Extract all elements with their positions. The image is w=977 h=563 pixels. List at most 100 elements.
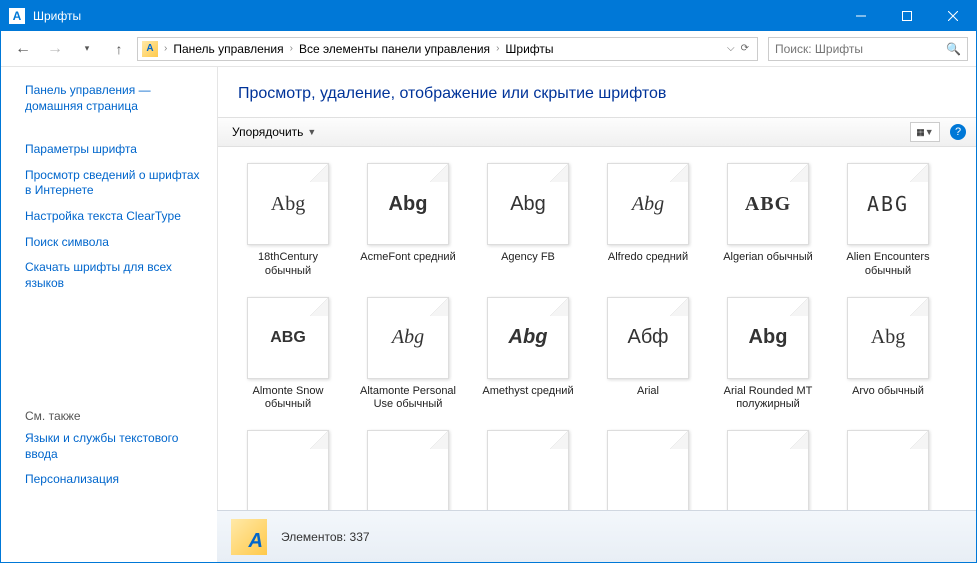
chevron-right-icon[interactable]: › xyxy=(164,43,167,54)
font-sample: Abg xyxy=(632,193,664,216)
font-thumbnail: ABG xyxy=(727,163,809,245)
window-title: Шрифты xyxy=(33,9,838,23)
font-item[interactable]: Абф Arial xyxy=(592,295,704,415)
sidebar-link[interactable]: Просмотр сведений о шрифтах в Интернете xyxy=(25,168,205,199)
font-item[interactable] xyxy=(712,428,824,510)
font-label: Almonte Snow обычный xyxy=(238,385,338,413)
font-item[interactable]: AbgAmethyst средний xyxy=(472,295,584,415)
organize-label: Упорядочить xyxy=(232,125,303,139)
font-sample: Abg xyxy=(510,193,546,216)
font-thumbnail: Abg xyxy=(487,297,569,379)
font-item[interactable]: Abg Agency FB xyxy=(472,161,584,281)
breadcrumb-segment[interactable]: Все элементы панели управления xyxy=(295,42,494,56)
font-label: Arial xyxy=(637,385,659,399)
close-icon xyxy=(948,11,958,21)
font-item[interactable] xyxy=(232,428,344,510)
breadcrumb-segment[interactable]: Шрифты xyxy=(501,42,557,56)
organize-button[interactable]: Упорядочить ▼ xyxy=(228,123,320,141)
font-thumbnail xyxy=(367,430,449,510)
font-item[interactable]: ABG Alien Encounters обычный xyxy=(832,161,944,281)
sidebar-link[interactable]: Скачать шрифты для всех языков xyxy=(25,260,205,291)
main: Просмотр, удаление, отображение или скры… xyxy=(217,67,976,510)
font-item[interactable]: Abg Arial Rounded MT полужирный xyxy=(712,295,824,415)
help-button[interactable]: ? xyxy=(950,124,966,140)
back-button[interactable]: ← xyxy=(9,35,37,63)
page-title: Просмотр, удаление, отображение или скры… xyxy=(238,85,956,103)
maximize-button[interactable] xyxy=(884,1,930,31)
navbar: ← → ▾ ↑ A › Панель управления › Все элем… xyxy=(1,31,976,67)
app-icon: A xyxy=(9,8,25,24)
search-input[interactable] xyxy=(775,42,946,56)
up-button[interactable]: ↑ xyxy=(105,35,133,63)
breadcrumb-dropdown[interactable]: ⌵ xyxy=(727,43,735,54)
font-item[interactable]: AbgAcmeFont средний xyxy=(352,161,464,281)
font-sample: Абф xyxy=(627,326,668,349)
font-grid-scroll[interactable]: Abg 18thCentury обычный AbgAcmeFont средни… xyxy=(218,147,976,510)
font-item[interactable] xyxy=(472,428,584,510)
font-thumbnail: Абф xyxy=(607,297,689,379)
body: Панель управления — домашняя страница Па… xyxy=(1,67,976,510)
sidebar-home-link[interactable]: Панель управления — домашняя страница xyxy=(25,83,205,114)
font-item[interactable]: ABGAlgerian обычный xyxy=(712,161,824,281)
font-thumbnail: Abg xyxy=(487,163,569,245)
close-button[interactable] xyxy=(930,1,976,31)
font-sample: Abg xyxy=(392,326,424,349)
font-label: Alien Encounters обычный xyxy=(838,251,938,279)
view-options-button[interactable]: ▦ ▼ xyxy=(910,122,940,142)
font-thumbnail: Abg xyxy=(367,297,449,379)
breadcrumb-icon: A xyxy=(142,41,158,57)
chevron-right-icon[interactable]: › xyxy=(496,43,499,54)
toolbar: Упорядочить ▼ ▦ ▼ ? xyxy=(218,117,976,147)
font-thumbnail: ABG xyxy=(247,297,329,379)
font-sample: ABG xyxy=(745,193,791,216)
sidebar-see-also-link[interactable]: Языки и службы текстового ввода xyxy=(25,431,205,462)
font-item[interactable]: Abg Altamonte Personal Use обычный xyxy=(352,295,464,415)
window-controls xyxy=(838,1,976,31)
font-sample: Abg xyxy=(871,326,905,349)
font-thumbnail: Abg xyxy=(367,163,449,245)
sidebar-link[interactable]: Поиск символа xyxy=(25,235,205,251)
font-sample: ABG xyxy=(270,329,306,347)
chevron-down-icon: ▼ xyxy=(307,127,316,137)
font-thumbnail xyxy=(847,430,929,510)
font-thumbnail xyxy=(607,430,689,510)
font-label: Agency FB xyxy=(501,251,555,265)
font-item[interactable]: Abg Arvo обычный xyxy=(832,295,944,415)
status-folder-icon: A xyxy=(231,519,267,555)
font-label: Arial Rounded MT полужирный xyxy=(718,385,818,413)
refresh-button[interactable]: ⟳ xyxy=(741,43,749,54)
font-label: Altamonte Personal Use обычный xyxy=(358,385,458,413)
status-count: Элементов: 337 xyxy=(281,530,370,544)
font-item[interactable] xyxy=(592,428,704,510)
font-sample: Abg xyxy=(389,193,428,216)
font-item[interactable]: ABG Almonte Snow обычный xyxy=(232,295,344,415)
chevron-right-icon[interactable]: › xyxy=(290,43,293,54)
font-thumbnail: Abg xyxy=(727,297,809,379)
minimize-button[interactable] xyxy=(838,1,884,31)
font-label: 18thCentury обычный xyxy=(238,251,338,279)
sidebar-see-also-link[interactable]: Персонализация xyxy=(25,472,205,488)
forward-button[interactable]: → xyxy=(41,35,69,63)
font-label: Alfredo средний xyxy=(608,251,688,265)
font-sample: Abg xyxy=(271,193,305,216)
font-item[interactable] xyxy=(832,428,944,510)
font-item[interactable]: Abg 18thCentury обычный xyxy=(232,161,344,281)
minimize-icon xyxy=(856,11,866,21)
font-item[interactable] xyxy=(352,428,464,510)
font-item[interactable]: Abg Alfredo средний xyxy=(592,161,704,281)
see-also-heading: См. также xyxy=(25,409,205,423)
font-sample: ABG xyxy=(867,192,909,216)
breadcrumb[interactable]: A › Панель управления › Все элементы пан… xyxy=(137,37,758,61)
main-header: Просмотр, удаление, отображение или скры… xyxy=(218,67,976,117)
search-icon[interactable]: 🔍 xyxy=(946,42,961,56)
sidebar-link[interactable]: Параметры шрифта xyxy=(25,142,205,158)
titlebar: A Шрифты xyxy=(1,1,976,31)
breadcrumb-segment[interactable]: Панель управления xyxy=(169,42,287,56)
font-label: Arvo обычный xyxy=(852,385,924,399)
font-thumbnail xyxy=(727,430,809,510)
font-thumbnail xyxy=(247,430,329,510)
sidebar-link[interactable]: Настройка текста ClearType xyxy=(25,209,205,225)
sidebar: Панель управления — домашняя страница Па… xyxy=(1,67,217,510)
recent-dropdown[interactable]: ▾ xyxy=(73,35,101,63)
search-box[interactable]: 🔍 xyxy=(768,37,968,61)
